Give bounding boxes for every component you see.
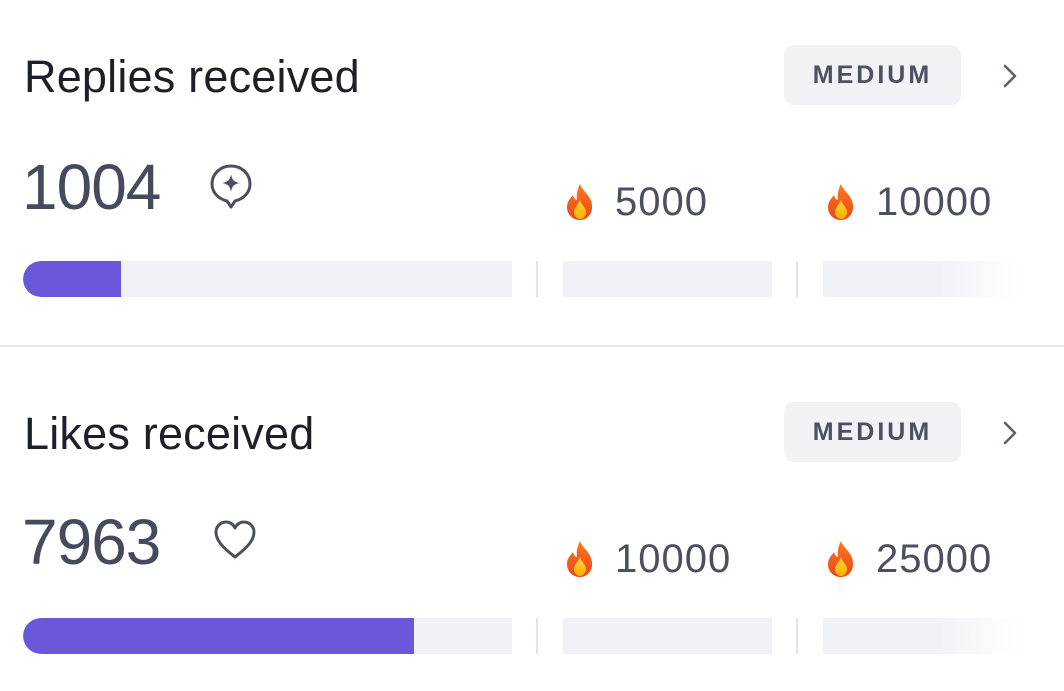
likes-count: 7963	[22, 506, 161, 578]
fire-icon	[828, 541, 854, 577]
milestone-value: 5000	[615, 179, 708, 224]
chevron-right-icon[interactable]	[996, 419, 1024, 447]
heart-icon	[214, 520, 256, 559]
milestone-value: 10000	[876, 179, 993, 224]
milestone-divider	[796, 618, 798, 654]
card-title: Replies received	[24, 51, 360, 102]
fire-icon	[567, 541, 593, 577]
progress-segment	[563, 618, 772, 654]
milestone-2: 25000	[826, 537, 992, 581]
fire-icon	[567, 184, 593, 220]
replies-count: 1004	[22, 151, 161, 223]
likes-received-card[interactable]: Likes received MEDIUM 7963 10000 25000	[0, 347, 1064, 691]
milestone-value: 10000	[615, 536, 732, 581]
milestone-divider	[536, 618, 538, 654]
progress-segment	[563, 261, 772, 297]
level-badge: MEDIUM	[784, 402, 961, 462]
milestone-value: 25000	[876, 536, 993, 581]
replies-received-card[interactable]: Replies received MEDIUM 1004 5000 10000	[0, 0, 1064, 345]
chevron-right-icon[interactable]	[996, 62, 1024, 90]
card-title: Likes received	[24, 408, 315, 459]
milestone-divider	[796, 261, 798, 297]
progress-segment	[823, 261, 1023, 297]
progress-bar	[23, 261, 512, 297]
progress-fill	[23, 618, 415, 654]
level-badge: MEDIUM	[784, 45, 961, 105]
progress-bar	[23, 618, 512, 654]
milestone-1: 10000	[565, 537, 731, 581]
milestone-divider	[536, 261, 538, 297]
progress-fill	[23, 261, 121, 297]
milestone-2: 10000	[826, 180, 992, 224]
progress-segment	[823, 618, 1023, 654]
milestone-1: 5000	[565, 180, 708, 224]
fire-icon	[828, 184, 854, 220]
sparkle-pin-icon	[210, 164, 252, 209]
